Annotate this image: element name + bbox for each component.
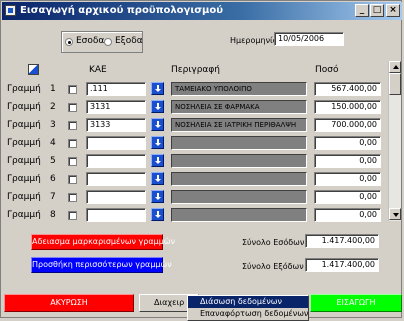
date-field[interactable]: 10/05/2006 [274,32,344,46]
scroll-down-button[interactable] [389,208,401,220]
title-bar[interactable]: Εισαγωγή αρχικού προϋπολογισμού _ □ × [2,2,402,20]
column-header-description: Περιγραφή [171,65,221,75]
row-label: Γραμμή 3 [7,120,56,130]
maximize-button[interactable]: □ [370,4,384,17]
expense-total-field: 1.417.400,00 [305,258,379,272]
description-field [171,172,307,186]
description-field: ΤΑΜΕΙΑΚΟ ΥΠΟΛΟΙΠΟ [171,82,307,96]
amount-input[interactable]: 0,00 [314,172,381,186]
expense-total-label: Σύνολο Εξόδων [242,262,304,271]
arrow-down-icon [393,213,399,217]
row-label: Γραμμή 1 [7,84,56,94]
row-checkbox[interactable] [68,157,77,166]
radio-expense-label: Εξοδα [115,36,143,46]
menu-item-save-data[interactable]: Διάσωση δεδομένων [188,296,308,308]
kae-input[interactable] [86,136,146,150]
row-checkbox[interactable] [68,121,77,130]
description-field [171,208,307,222]
close-button[interactable]: × [386,4,400,17]
window-title: Εισαγωγή αρχικού προϋπολογισμού [20,5,224,16]
column-header-amount: Ποσό [315,65,339,75]
amount-input[interactable]: 567.400,00 [314,82,381,96]
lookup-button[interactable] [151,154,164,167]
radio-income-label: Εσοδα [76,36,105,46]
radio-income[interactable] [65,38,73,46]
row-checkbox[interactable] [68,103,77,112]
grid-scrollbar[interactable] [388,61,401,221]
kae-input[interactable]: .111 [86,82,146,96]
minimize-button[interactable]: _ [355,4,369,17]
radio-expense[interactable] [104,38,112,46]
description-field: ΝΟΣΗΛΕΙΑ ΣΕ ΦΑΡΜΑΚΑ [171,100,307,114]
kae-input[interactable]: 3133 [86,118,146,132]
lookup-button[interactable] [151,118,164,131]
add-rows-button[interactable]: Προσθήκη περισσότερων γραμμών [31,257,172,273]
amount-input[interactable]: 0,00 [314,208,381,222]
scroll-thumb[interactable] [389,73,401,95]
data-management-menu: Διάσωση δεδομένων Επαναφόρτωση δεδομένων [187,295,309,321]
row-checkbox[interactable] [68,193,77,202]
amount-input[interactable]: 700.000,00 [314,118,381,132]
row-checkbox[interactable] [68,175,77,184]
kae-input[interactable] [86,208,146,222]
row-checkbox[interactable] [68,85,77,94]
description-field [171,136,307,150]
kae-input[interactable] [86,190,146,204]
menu-item-reload-data[interactable]: Επαναφόρτωση δεδομένων [188,308,308,320]
lookup-button[interactable] [151,208,164,221]
amount-input[interactable]: 150.000,00 [314,100,381,114]
app-icon [5,5,16,16]
row-label: Γραμμή 2 [7,102,56,112]
amount-input[interactable]: 0,00 [314,154,381,168]
kae-input[interactable] [86,154,146,168]
kae-input[interactable]: 3131 [86,100,146,114]
amount-input[interactable]: 0,00 [314,190,381,204]
row-label: Γραμμή 6 [7,174,56,184]
insert-button[interactable]: ΕΙΣΑΓΩΓΗ [310,294,402,312]
row-checkbox[interactable] [68,211,77,220]
lookup-button[interactable] [151,190,164,203]
date-label: Ημερομηνία [230,36,279,45]
lookup-button[interactable] [151,136,164,149]
clear-marked-rows-button[interactable]: Αδειασμα μαρκαρισμένων γραμμών [31,234,175,250]
income-total-label: Σύνολο Εσόδων [242,238,305,247]
amount-input[interactable]: 0,00 [314,136,381,150]
description-field: ΝΟΣΗΛΕΙΑ ΣΕ ΙΑΤΡΙΚΗ ΠΕΡΙΘΑΛΨΗ [171,118,307,132]
row-label: Γραμμή 4 [7,138,56,148]
arrow-up-icon [393,65,399,69]
description-field [171,190,307,204]
description-field [171,154,307,168]
column-header-kae: ΚΑΕ [89,65,107,75]
row-label: Γραμμή 7 [7,192,56,202]
select-all-icon[interactable] [28,64,39,75]
row-label: Γραμμή 5 [7,156,56,166]
lookup-button[interactable] [151,82,164,95]
row-label: Γραμμή 8 [7,210,56,220]
income-total-field: 1.417.400,00 [305,234,379,248]
lookup-button[interactable] [151,172,164,185]
row-checkbox[interactable] [68,139,77,148]
scroll-up-button[interactable] [389,61,401,73]
lookup-button[interactable] [151,100,164,113]
main-window: Εισαγωγή αρχικού προϋπολογισμού _ □ × Εσ… [0,0,402,321]
kae-input[interactable] [86,172,146,186]
cancel-button[interactable]: ΑΚΥΡΩΣΗ [4,294,134,312]
